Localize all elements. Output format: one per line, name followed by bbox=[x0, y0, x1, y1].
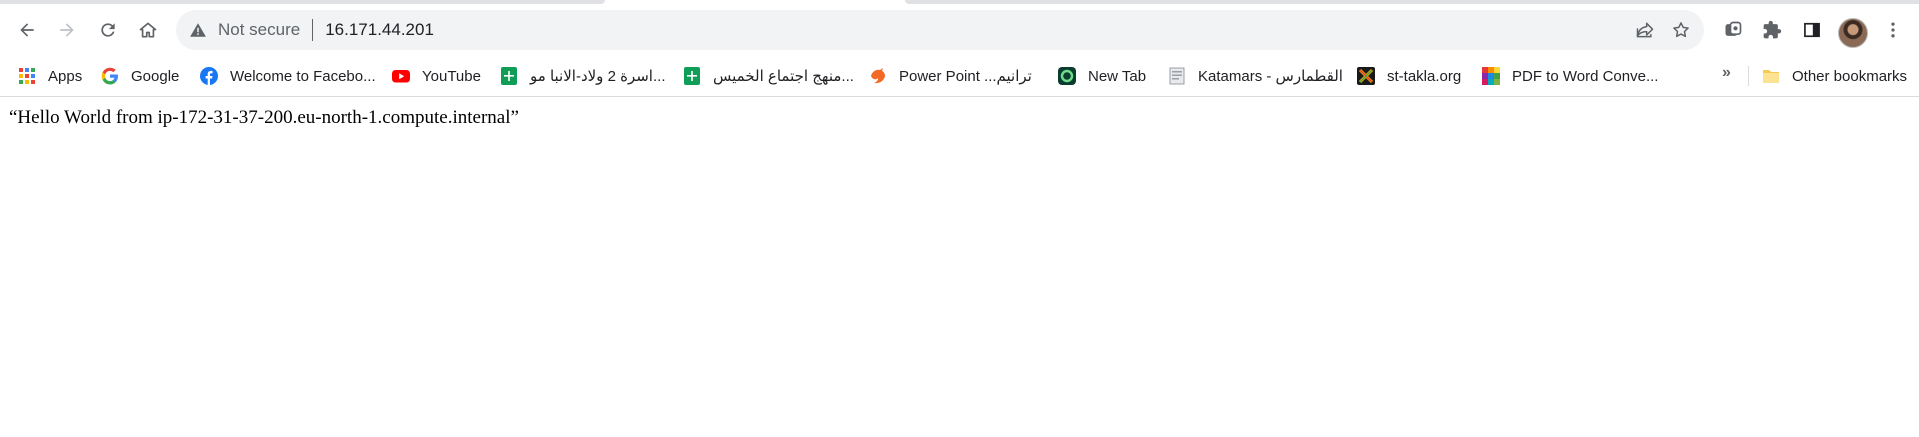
facebook-icon bbox=[200, 67, 218, 85]
other-bookmarks-label: Other bookmarks bbox=[1792, 67, 1908, 85]
warning-triangle-icon[interactable] bbox=[189, 21, 207, 39]
google-icon bbox=[101, 67, 119, 85]
bookmark-hymns[interactable]: Power Point ...ترانيم bbox=[869, 63, 1032, 89]
bookmark-label: Google bbox=[131, 67, 180, 85]
extension-logo-icon bbox=[1725, 21, 1742, 36]
orange-bird-icon bbox=[869, 67, 887, 85]
side-panel-button[interactable] bbox=[1795, 13, 1829, 47]
share-icon[interactable] bbox=[1630, 15, 1660, 45]
bookmark-sheet-2[interactable]: منهج اجتماع الخميس... bbox=[683, 63, 854, 89]
arrow-right-icon bbox=[60, 23, 74, 37]
inactive-tab-right[interactable] bbox=[905, 0, 1919, 4]
extensions-button[interactable] bbox=[1755, 13, 1789, 47]
forward-button[interactable] bbox=[50, 13, 84, 47]
youtube-icon bbox=[392, 67, 410, 85]
puzzle-icon bbox=[1763, 20, 1782, 39]
bookmark-facebook[interactable]: Welcome to Facebo... bbox=[200, 63, 376, 89]
security-status-label[interactable]: Not secure bbox=[218, 20, 300, 40]
bookmark-label: منهج اجتماع الخميس... bbox=[713, 68, 854, 85]
bookmark-new-tab[interactable]: New Tab bbox=[1058, 63, 1146, 89]
apps-grid-icon bbox=[18, 67, 36, 85]
omnibox-separator bbox=[312, 19, 314, 41]
arrow-left-icon bbox=[20, 23, 34, 37]
st-takla-icon bbox=[1357, 67, 1375, 85]
kebab-menu-icon bbox=[1891, 22, 1895, 38]
inactive-tab-left[interactable] bbox=[0, 0, 605, 4]
bookmarks-separator bbox=[1748, 66, 1749, 86]
chrome-menu-button[interactable] bbox=[1876, 13, 1910, 47]
folder-icon bbox=[1762, 67, 1780, 85]
newtab-icon bbox=[1058, 67, 1076, 85]
bookmark-youtube[interactable]: YouTube bbox=[392, 63, 481, 89]
other-bookmarks-folder[interactable]: Other bookmarks bbox=[1762, 63, 1907, 89]
pdf-word-icon bbox=[1482, 67, 1500, 85]
bookmark-sheet-1[interactable]: اسرة 2 ولاد-الانبا مو... bbox=[500, 63, 666, 89]
bookmark-label: st-takla.org bbox=[1387, 67, 1462, 85]
google-sheets-icon bbox=[500, 67, 518, 85]
bookmark-google[interactable]: Google bbox=[101, 63, 179, 89]
bookmark-label: اسرة 2 ولاد-الانبا مو... bbox=[530, 68, 666, 85]
hello-world-text: “Hello World from ip-172-31-37-200.eu-no… bbox=[9, 107, 519, 128]
katamars-icon bbox=[1168, 67, 1186, 85]
bookmark-star-icon[interactable] bbox=[1666, 15, 1696, 45]
profile-avatar[interactable] bbox=[1838, 18, 1868, 48]
bookmark-label: Apps bbox=[48, 67, 83, 85]
bookmark-label: Katamars - القطمارس bbox=[1198, 68, 1343, 85]
bookmark-katamars[interactable]: Katamars - القطمارس bbox=[1168, 63, 1343, 89]
bookmark-label: Power Point ...ترانيم bbox=[899, 68, 1032, 85]
bookmark-label: PDF to Word Conve... bbox=[1512, 67, 1659, 85]
bookmark-st-takla[interactable]: st-takla.org bbox=[1357, 63, 1461, 89]
browser-toolbar: Not secure 16.171.44.201 bbox=[0, 6, 1919, 56]
bookmark-pdf-to-word[interactable]: PDF to Word Conve... bbox=[1482, 63, 1658, 89]
side-panel-icon bbox=[1804, 22, 1820, 38]
url-text[interactable]: 16.171.44.201 bbox=[325, 20, 434, 40]
bookmark-label: New Tab bbox=[1088, 67, 1147, 85]
google-sheets-icon bbox=[683, 67, 701, 85]
bookmarks-bar: Apps Google Welcome to Facebo... YouTube… bbox=[0, 56, 1919, 96]
extension-button[interactable] bbox=[1716, 13, 1750, 47]
reload-icon bbox=[101, 23, 115, 37]
bookmark-apps[interactable]: Apps bbox=[18, 63, 82, 89]
address-bar[interactable]: Not secure 16.171.44.201 bbox=[176, 10, 1704, 50]
bookmark-label: YouTube bbox=[422, 67, 481, 85]
home-icon bbox=[139, 22, 157, 38]
page-content: “Hello World from ip-172-31-37-200.eu-no… bbox=[0, 97, 1919, 437]
reload-button[interactable] bbox=[91, 13, 125, 47]
back-button[interactable] bbox=[10, 13, 44, 47]
bookmark-label: Welcome to Facebo... bbox=[230, 67, 376, 85]
bookmarks-overflow-button[interactable]: » bbox=[1722, 64, 1731, 82]
home-button[interactable] bbox=[131, 13, 165, 47]
